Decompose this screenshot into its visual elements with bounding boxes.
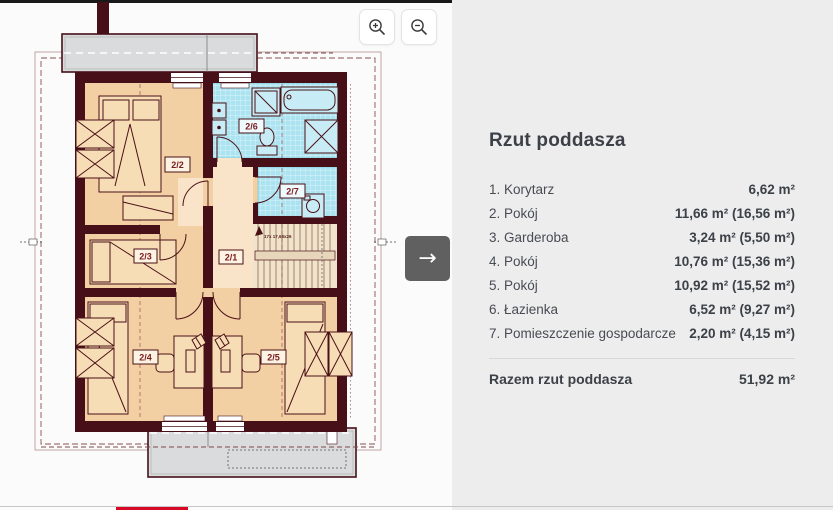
total-row: Razem rzut poddasza 51,92 m² <box>489 371 795 387</box>
room-name: 6. Łazienka <box>489 302 558 317</box>
room-name: 2. Pokój <box>489 206 538 221</box>
zoom-out-button[interactable] <box>401 9 437 45</box>
room-area: 6,62 m² <box>748 182 795 197</box>
room-label-2-4: 2/4 <box>139 353 152 363</box>
room-label-2-5: 2/5 <box>267 353 280 363</box>
room-area: 11,66 m² (16,56 m²) <box>675 206 795 221</box>
room-name: 5. Pokój <box>489 278 538 293</box>
room-label-2-1: 2/1 <box>225 253 238 263</box>
room-name: 3. Garderoba <box>489 230 569 245</box>
room-area: 10,92 m² (15,52 m²) <box>674 278 795 293</box>
room-area: 3,24 m² (5,50 m²) <box>689 230 795 245</box>
room-name: 7. Pomieszczenie gospodarcze <box>489 326 676 341</box>
zoom-in-button[interactable] <box>359 9 395 45</box>
room-row-2: 2. Pokój 11,66 m² (16,56 m²) <box>489 206 795 230</box>
zoom-out-icon <box>410 18 428 36</box>
next-plan-button[interactable]: → <box>405 236 450 281</box>
room-area: 2,20 m² (4,15 m²) <box>689 326 795 341</box>
page-title: Rzut poddasza <box>489 130 626 152</box>
room-row-4: 4. Pokój 10,76 m² (15,36 m²) <box>489 254 795 278</box>
plan-summary-panel: Rzut poddasza 1. Korytarz 6,62 m² 2. Pok… <box>452 0 833 510</box>
right-arrow-icon: → <box>418 248 436 270</box>
balcony-top <box>62 2 333 72</box>
room-list: 1. Korytarz 6,62 m² 2. Pokój 11,66 m² (1… <box>489 182 795 350</box>
floor-plan-canvas[interactable]: 17x 17,68x26 <box>0 0 452 505</box>
room-label-2-3: 2/3 <box>139 252 152 262</box>
room-row-5: 5. Pokój 10,92 m² (15,52 m²) <box>489 278 795 302</box>
room-area: 6,52 m² (9,27 m²) <box>689 302 795 317</box>
room-row-3: 3. Garderoba 3,24 m² (5,50 m²) <box>489 230 795 254</box>
room-label-2-7: 2/7 <box>286 187 299 197</box>
total-value: 51,92 m² <box>739 371 795 387</box>
room-row-7: 7. Pomieszczenie gospodarcze 2,20 m² (4,… <box>489 326 795 350</box>
room-row-6: 6. Łazienka 6,52 m² (9,27 m²) <box>489 302 795 326</box>
room-label-2-2: 2/2 <box>171 160 184 170</box>
total-label: Razem rzut poddasza <box>489 371 632 387</box>
zoom-in-icon <box>368 18 386 36</box>
plan-viewer: 17x 17,68x26 <box>0 0 452 510</box>
balcony-bottom <box>41 428 375 477</box>
room-name: 1. Korytarz <box>489 182 554 197</box>
room-row-1: 1. Korytarz 6,62 m² <box>489 182 795 206</box>
stair-dimensions: 17x 17,68x26 <box>264 234 292 239</box>
panel-divider <box>489 358 795 359</box>
room-label-2-6: 2/6 <box>245 122 258 132</box>
room-area: 10,76 m² (15,36 m²) <box>674 254 795 269</box>
room-name: 4. Pokój <box>489 254 538 269</box>
